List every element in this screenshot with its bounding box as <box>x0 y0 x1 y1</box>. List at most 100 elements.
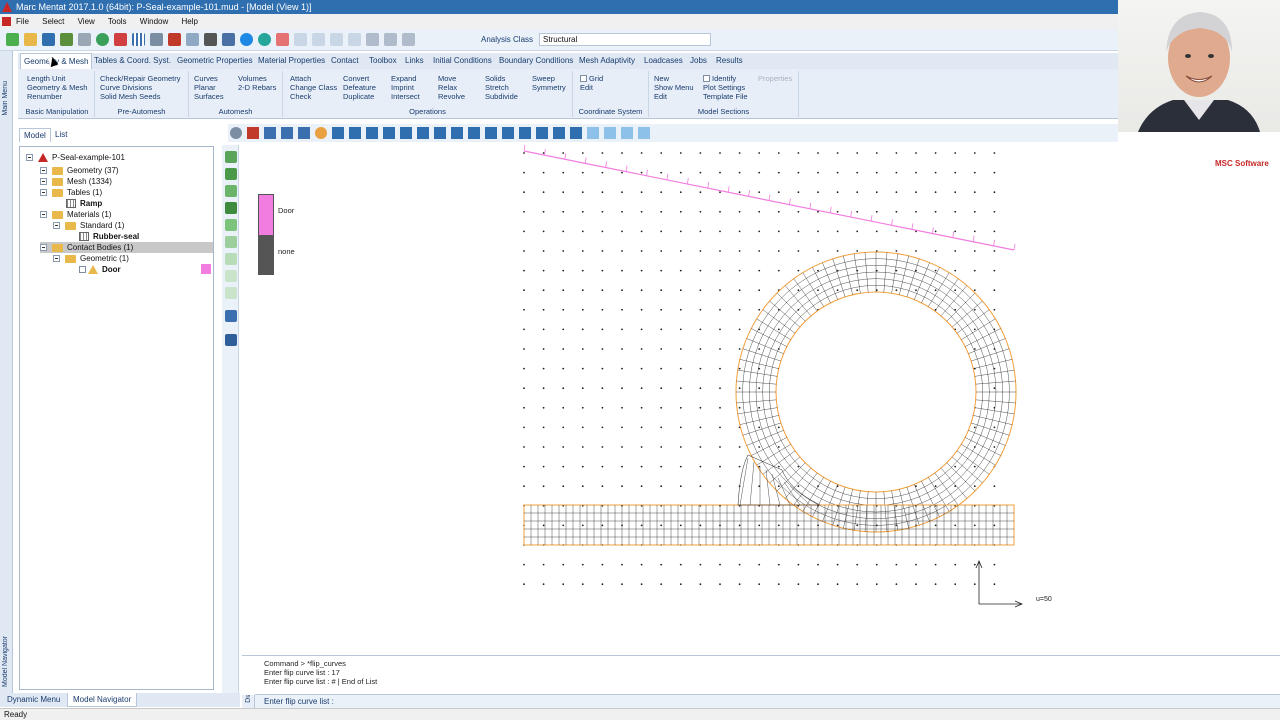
relax-button[interactable]: Relax <box>438 83 465 92</box>
expand-button[interactable]: Expand <box>391 74 420 83</box>
view-2-icon[interactable] <box>519 127 531 139</box>
check-repair-button[interactable]: Check/Repair Geometry <box>100 74 180 83</box>
stretch-button[interactable]: Stretch <box>485 83 518 92</box>
tab-contact[interactable]: Contact <box>331 53 359 69</box>
move-button[interactable]: Move <box>438 74 465 83</box>
undo-icon[interactable] <box>96 33 109 46</box>
menu-file[interactable]: File <box>16 17 29 26</box>
zoom-in-icon[interactable] <box>281 127 293 139</box>
curve-divisions-button[interactable]: Curve Divisions <box>100 83 180 92</box>
model-viewport[interactable]: u=50 <box>240 142 1118 652</box>
numbering-icon[interactable] <box>225 334 237 346</box>
view-7-icon[interactable] <box>604 127 616 139</box>
view-4-icon[interactable] <box>553 127 565 139</box>
plot-curves-icon[interactable] <box>225 202 237 214</box>
duplicate-button[interactable]: Duplicate <box>343 92 376 101</box>
reset-icon[interactable] <box>114 33 127 46</box>
tab-loadcases[interactable]: Loadcases <box>644 53 683 69</box>
menu-help[interactable]: Help <box>181 17 197 26</box>
tool-c-icon[interactable] <box>330 33 343 46</box>
revolve-button[interactable]: Revolve <box>438 92 465 101</box>
solids-button[interactable]: Solids <box>485 74 518 83</box>
identify-toggle[interactable]: Identify <box>703 74 748 83</box>
menu-view[interactable]: View <box>78 17 95 26</box>
plot-surfaces-icon[interactable] <box>225 219 237 231</box>
defeature-button[interactable]: Defeature <box>343 83 376 92</box>
move-down-icon[interactable] <box>383 127 395 139</box>
grid-toggle[interactable]: Grid <box>580 74 603 83</box>
menu-tools[interactable]: Tools <box>108 17 127 26</box>
plot-elements-icon[interactable] <box>225 151 237 163</box>
tool-a-icon[interactable] <box>294 33 307 46</box>
plot-icon[interactable] <box>168 33 181 46</box>
solid-mesh-seeds-button[interactable]: Solid Mesh Seeds <box>100 92 180 101</box>
plot-solids-icon[interactable] <box>225 236 237 248</box>
tree-standard[interactable]: Standard (1) <box>53 220 124 231</box>
template-file-button[interactable]: Template File <box>703 92 748 101</box>
rotate-f-icon[interactable] <box>485 127 497 139</box>
model-navigator-label[interactable]: Model Navigator <box>2 636 9 687</box>
tab-model[interactable]: Model <box>19 128 51 142</box>
plot-sets-icon[interactable] <box>225 270 237 282</box>
collapse-icon[interactable] <box>40 211 47 218</box>
view-6-icon[interactable] <box>587 127 599 139</box>
tree-ramp[interactable]: Ramp <box>66 198 102 209</box>
tab-results[interactable]: Results <box>716 53 743 69</box>
menu-window[interactable]: Window <box>140 17 168 26</box>
collapse-icon[interactable] <box>53 222 60 229</box>
tab-toolbox[interactable]: Toolbox <box>369 53 397 69</box>
check-button[interactable]: Check <box>290 92 337 101</box>
move-left-icon[interactable] <box>332 127 344 139</box>
pan-icon[interactable] <box>315 127 327 139</box>
door-color-swatch[interactable] <box>201 264 211 274</box>
show-menu-button[interactable]: Show Menu <box>654 83 694 92</box>
display-icon[interactable] <box>204 33 217 46</box>
eye-icon[interactable] <box>230 127 242 139</box>
move-up-icon[interactable] <box>366 127 378 139</box>
rotate-a-icon[interactable] <box>400 127 412 139</box>
renumber-button[interactable]: Renumber <box>27 92 87 101</box>
command-prompt[interactable]: Enter flip curve list : <box>255 694 1280 708</box>
new-section-button[interactable]: New <box>654 74 694 83</box>
tool-b-icon[interactable] <box>312 33 325 46</box>
filter-icon[interactable] <box>222 33 235 46</box>
tree-geometric[interactable]: Geometric (1) <box>53 253 129 264</box>
print-icon[interactable] <box>78 33 91 46</box>
zoom-out-icon[interactable] <box>298 127 310 139</box>
plot-nodes-icon[interactable] <box>225 168 237 180</box>
identify-checkbox[interactable] <box>703 75 710 82</box>
fill-icon[interactable] <box>247 127 259 139</box>
sweep-button[interactable]: Sweep <box>532 74 566 83</box>
tab-tables-coord[interactable]: Tables & Coord. Syst. <box>94 53 171 69</box>
curves-button[interactable]: Curves <box>194 74 224 83</box>
symmetry-button[interactable]: Symmetry <box>532 83 566 92</box>
tree-root[interactable]: P-Seal-example-101 <box>26 152 125 163</box>
change-class-button[interactable]: Change Class <box>290 83 337 92</box>
grid-checkbox[interactable] <box>580 75 587 82</box>
redo-view-icon[interactable] <box>258 33 271 46</box>
plot-bc-icon[interactable] <box>225 253 237 265</box>
plot-settings-button[interactable]: Plot Settings <box>703 83 748 92</box>
imprint-button[interactable]: Imprint <box>391 83 420 92</box>
list-icon[interactable] <box>225 310 237 322</box>
save-icon[interactable] <box>42 33 55 46</box>
tab-geometric-properties[interactable]: Geometric Properties <box>177 53 253 69</box>
collapse-icon[interactable] <box>40 189 47 196</box>
view-8-icon[interactable] <box>621 127 633 139</box>
tab-model-navigator[interactable]: Model Navigator <box>67 693 138 707</box>
calc-icon[interactable] <box>276 33 289 46</box>
tree-geometry[interactable]: Geometry (37) <box>40 165 119 176</box>
intersect-button[interactable]: Intersect <box>391 92 420 101</box>
tool-d-icon[interactable] <box>348 33 361 46</box>
select-icon[interactable] <box>186 33 199 46</box>
coord-edit-button[interactable]: Edit <box>580 83 603 92</box>
tree-rubber-seal[interactable]: Rubber-seal <box>79 231 139 242</box>
tab-jobs[interactable]: Jobs <box>690 53 707 69</box>
rotate-c-icon[interactable] <box>434 127 446 139</box>
tree-contact-bodies[interactable]: Contact Bodies (1) <box>40 242 213 253</box>
collapse-icon[interactable] <box>40 244 47 251</box>
door-visibility-checkbox[interactable] <box>79 266 86 273</box>
new-icon[interactable] <box>6 33 19 46</box>
tab-material-properties[interactable]: Material Properties <box>258 53 325 69</box>
plot-links-icon[interactable] <box>225 287 237 299</box>
